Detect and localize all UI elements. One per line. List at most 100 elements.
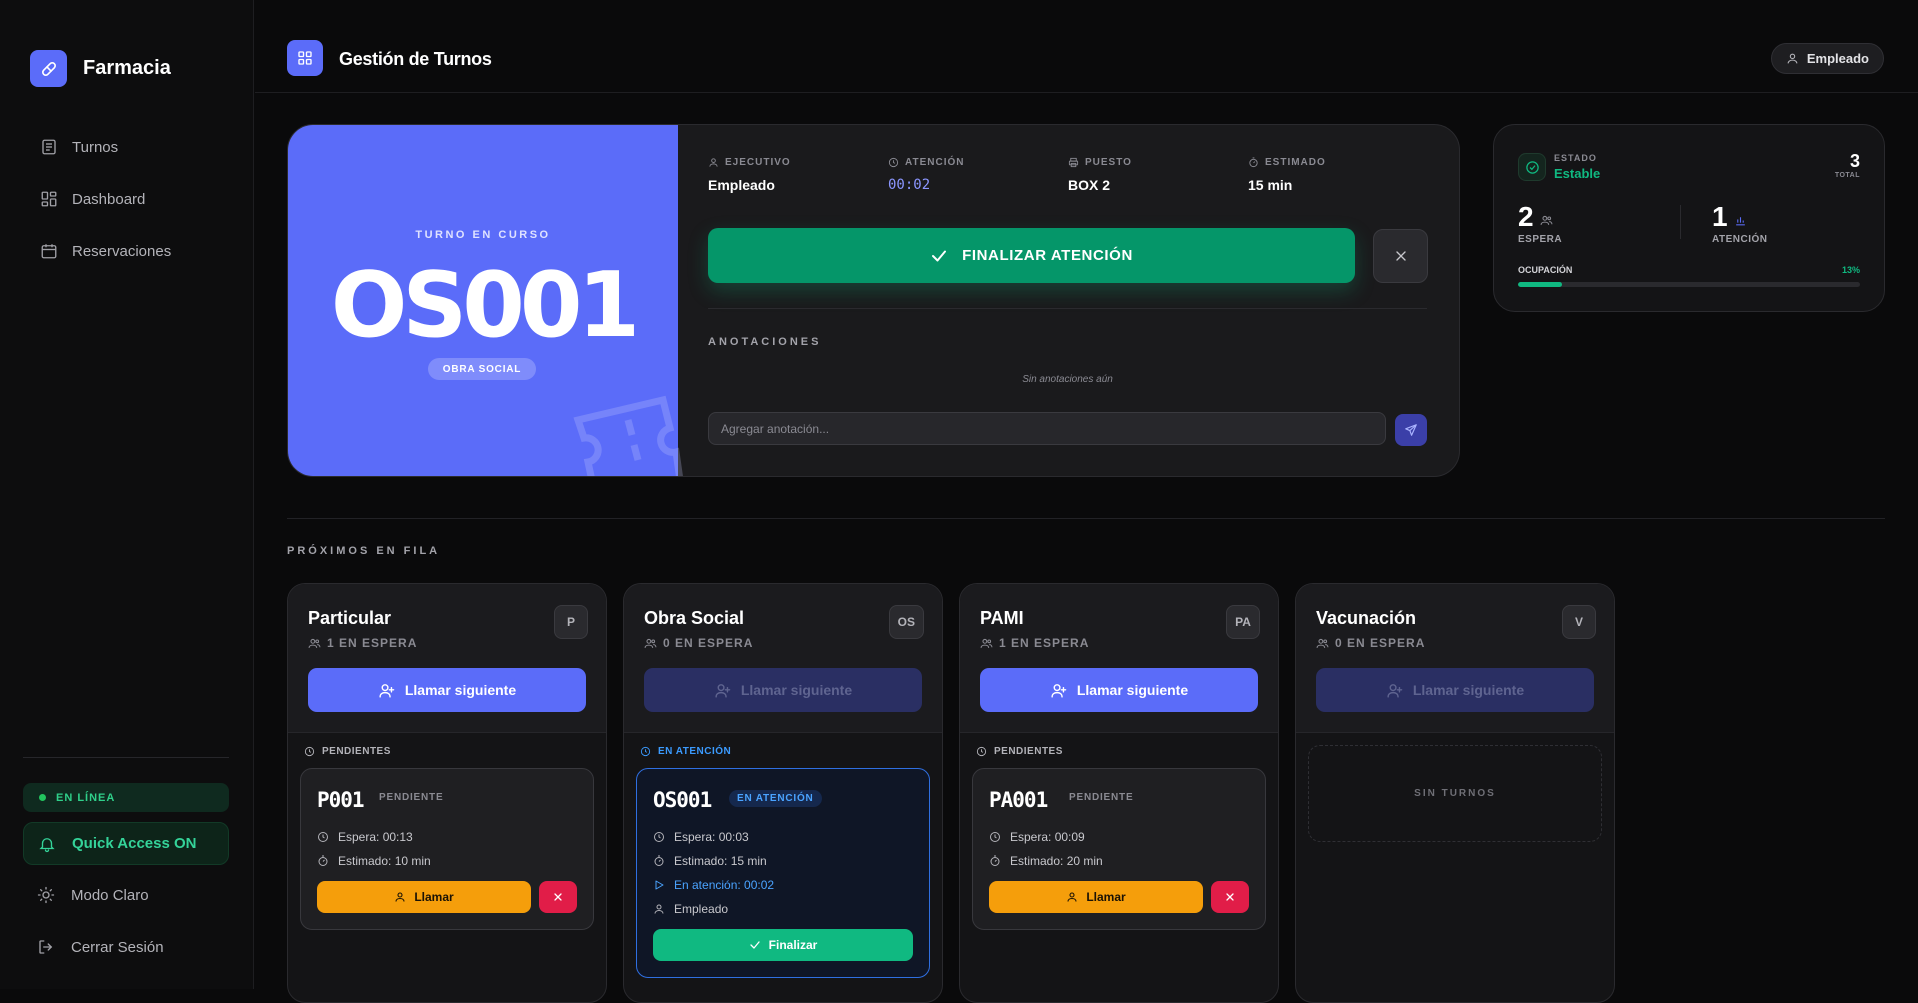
ticket-wait-text: Espera: 00:03 (674, 830, 749, 844)
call-next-button[interactable]: Llamar siguiente (980, 668, 1258, 712)
close-icon (554, 893, 562, 901)
finalize-attention-label: FINALIZAR ATENCIÓN (962, 247, 1133, 264)
users-icon (980, 638, 993, 648)
status-label: ESTADO (1554, 153, 1597, 163)
attending-label: ATENCIÓN (1712, 234, 1768, 245)
sidebar-item-reservaciones[interactable]: Reservaciones (26, 231, 230, 271)
queue-section-label: EN ATENCIÓN (640, 746, 731, 757)
user-menu-button[interactable]: Empleado (1770, 43, 1884, 74)
sidebar-item-dashboard[interactable]: Dashboard (26, 179, 230, 219)
status-value: Estable (1554, 166, 1601, 181)
sidebar-item-turnos[interactable]: Turnos (26, 127, 230, 167)
pill-icon (30, 50, 67, 87)
queue-column-vacunacion: Vacunación 0 EN ESPERA V Llamar siguient… (1295, 583, 1615, 1003)
notes-input[interactable] (708, 412, 1386, 445)
queue-waiting-label: 1 EN ESPERA (999, 636, 1090, 650)
queue-section-text: EN ATENCIÓN (658, 746, 732, 757)
document-icon (42, 139, 56, 155)
user-name: Empleado (1806, 51, 1869, 66)
logout-button[interactable]: Cerrar Sesión (37, 938, 164, 956)
notes-empty-text: Sin anotaciones aún (1022, 374, 1113, 385)
call-next-label: Llamar siguiente (1412, 682, 1525, 698)
timer-icon (1249, 157, 1258, 168)
queue-header: Obra Social 0 EN ESPERA OS Llamar siguie… (624, 584, 942, 733)
attention-timer: 00:02 (888, 177, 931, 193)
ticket-estimate-text: Estimado: 15 min (674, 854, 767, 868)
call-ticket-button[interactable]: Llamar (989, 881, 1203, 913)
call-next-button[interactable]: Llamar siguiente (644, 668, 922, 712)
call-next-button[interactable]: Llamar siguiente (1316, 668, 1594, 712)
queue-section-text: PENDIENTES (322, 746, 391, 757)
estimate-info: ESTIMADO 15 min (1248, 157, 1428, 193)
bar-chart-icon (1735, 217, 1745, 226)
queue-name: Vacunación (1316, 608, 1417, 628)
user-plus-icon (715, 683, 731, 698)
timer-icon (990, 855, 1000, 866)
users-icon (308, 638, 321, 648)
quick-access-toggle[interactable]: Quick Access ON (23, 822, 229, 865)
timer-icon (654, 855, 664, 866)
waiting-count: 2 (1518, 201, 1534, 232)
ticket-code: PA001 (989, 788, 1048, 812)
call-ticket-button[interactable]: Llamar (317, 881, 531, 913)
remove-ticket-button[interactable] (1211, 881, 1249, 913)
ticket-status: EN ATENCIÓN (729, 790, 822, 807)
user-icon (395, 892, 405, 902)
ticket-estimate: Estimado: 20 min (989, 854, 1103, 868)
queue-waiting: 1 EN ESPERA (980, 636, 1089, 650)
check-icon (750, 941, 760, 949)
brand[interactable]: Farmacia (30, 50, 171, 87)
finish-ticket-button[interactable]: Finalizar (653, 929, 913, 961)
queue-name: Obra Social (644, 608, 745, 628)
occupancy-percent: 13% (1841, 265, 1860, 275)
bell-icon (39, 837, 55, 852)
box-value: BOX 2 (1068, 177, 1111, 193)
ticket-attending-text: En atención: 00:02 (674, 878, 775, 892)
remove-ticket-button[interactable] (539, 881, 577, 913)
current-turn-subtitle: TURNO EN CURSO (415, 229, 551, 241)
online-dot-icon (39, 794, 46, 801)
clock-icon (976, 746, 987, 757)
finalize-attention-button[interactable]: FINALIZAR ATENCIÓN (708, 228, 1355, 283)
queue-section-title: PRÓXIMOS EN FILA (287, 545, 441, 557)
online-status-badge: EN LÍNEA (23, 783, 229, 812)
queue-header: Particular 1 EN ESPERA P Llamar siguient… (288, 584, 606, 733)
call-ticket-label: Llamar (414, 890, 454, 904)
ticket-card-active: OS001 EN ATENCIÓN Espera: 00:03 Estimado… (636, 768, 930, 978)
users-icon (644, 638, 657, 648)
quick-access-label: Quick Access ON (72, 835, 197, 852)
queue-name: Particular (308, 608, 392, 628)
executive-label: EJECUTIVO (725, 157, 791, 168)
queue-section-text: PENDIENTES (994, 746, 1063, 757)
call-next-label: Llamar siguiente (1076, 682, 1189, 698)
ticket-code: OS001 (653, 788, 712, 812)
clock-icon (318, 832, 328, 842)
top-header: Gestión de Turnos Empleado (255, 0, 1918, 93)
ticket-wait-text: Espera: 00:09 (1010, 830, 1085, 844)
estimate-value: 15 min (1248, 177, 1293, 193)
executive-info: EJECUTIVO Empleado (708, 157, 888, 193)
brand-name: Farmacia (83, 57, 171, 79)
cancel-turn-button[interactable] (1373, 229, 1428, 283)
call-next-button[interactable]: Llamar siguiente (308, 668, 586, 712)
queue-header: PAMI 1 EN ESPERA PA Llamar siguiente (960, 584, 1278, 733)
sidebar-divider (23, 757, 229, 758)
ticket-card: P001 PENDIENTE Espera: 00:13 Estimado: 1… (300, 768, 594, 930)
ticket-wait: Espera: 00:03 (653, 830, 749, 844)
page-title: Gestión de Turnos (339, 49, 492, 69)
queue-badge: PA (1226, 605, 1260, 639)
ticket-code: P001 (317, 788, 365, 812)
queue-waiting: 0 EN ESPERA (644, 636, 753, 650)
sidebar-item-label: Turnos (72, 138, 119, 156)
ticket-employee-text: Empleado (674, 902, 729, 916)
estimate-label-row: ESTIMADO (1248, 157, 1428, 168)
ticket-status: PENDIENTE (1069, 792, 1134, 803)
queue-waiting: 0 EN ESPERA (1316, 636, 1425, 650)
ticket-status: PENDIENTE (379, 792, 444, 803)
send-note-button[interactable] (1395, 414, 1427, 446)
card-divider (708, 308, 1427, 309)
sidebar-nav: Turnos Dashboard Reservaciones (26, 127, 230, 283)
ticket-icon (573, 395, 683, 476)
light-mode-button[interactable]: Modo Claro (37, 886, 149, 904)
logout-label: Cerrar Sesión (71, 938, 164, 956)
